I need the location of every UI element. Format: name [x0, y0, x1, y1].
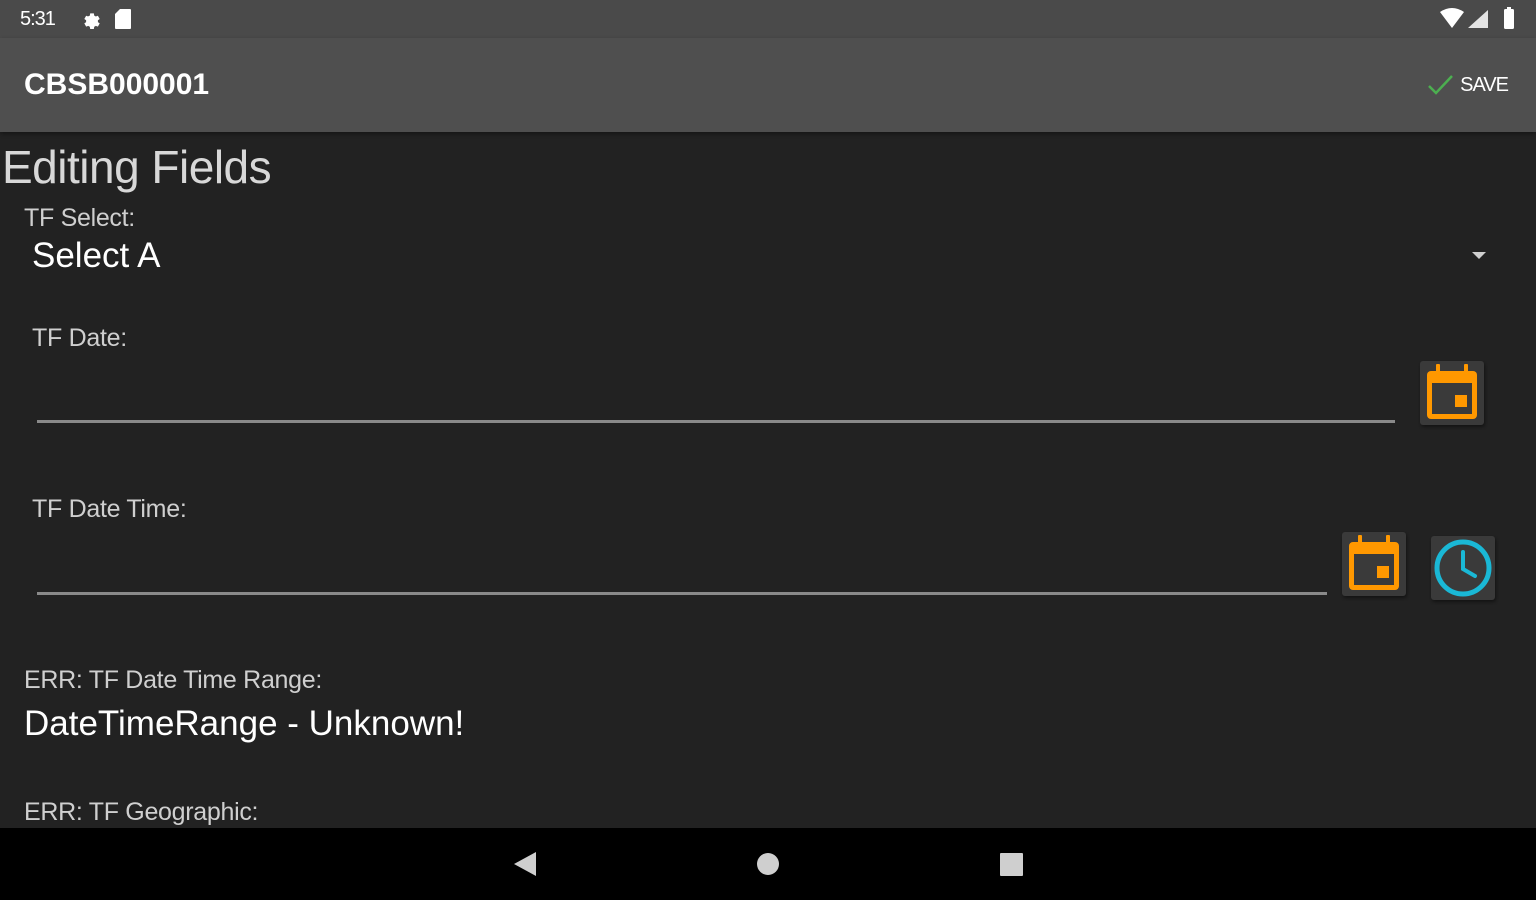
recents-icon[interactable]: [1000, 853, 1023, 876]
clock-icon: [1434, 539, 1492, 597]
tf-date-input[interactable]: [37, 380, 1395, 423]
tf-date-label: TF Date:: [32, 324, 127, 352]
tf-date-time-range-value: DateTimeRange - Unknown!: [24, 704, 465, 743]
app-title: CBSB000001: [24, 68, 210, 101]
battery-icon: [1504, 9, 1514, 29]
cell-signal-icon: [1468, 10, 1488, 28]
tf-select-label: TF Select:: [24, 204, 135, 232]
status-bar: 5:31: [0, 0, 1536, 38]
calendar-icon: [1427, 364, 1477, 419]
calendar-icon: [1349, 535, 1399, 590]
settings-icon: [84, 13, 100, 29]
tf-select-dropdown[interactable]: Select A: [24, 232, 1504, 288]
tf-date-time-clock-button[interactable]: [1431, 536, 1495, 600]
sd-card-icon: [115, 9, 131, 29]
tf-geographic-label: ERR: TF Geographic:: [24, 798, 259, 826]
wifi-icon: [1440, 8, 1464, 28]
status-time: 5:31: [20, 8, 56, 30]
home-icon[interactable]: [756, 852, 780, 876]
tf-date-calendar-button[interactable]: [1420, 361, 1484, 425]
save-button[interactable]: SAVE: [1426, 68, 1509, 102]
tf-date-time-range-label: ERR: TF Date Time Range:: [24, 666, 323, 694]
tf-date-time-input[interactable]: [37, 552, 1327, 595]
check-icon: [1428, 75, 1454, 95]
save-button-label: SAVE: [1460, 73, 1509, 96]
app-bar: CBSB000001 SAVE: [0, 38, 1536, 132]
tf-date-time-label: TF Date Time:: [32, 495, 187, 523]
dropdown-arrow-icon: [1472, 252, 1486, 259]
status-icons: [1440, 7, 1514, 29]
navigation-bar: [0, 828, 1536, 900]
tf-date-time-calendar-button[interactable]: [1342, 532, 1406, 596]
page-heading: Editing Fields: [2, 141, 272, 193]
tf-select-value: Select A: [32, 236, 161, 275]
back-icon[interactable]: [512, 850, 538, 878]
